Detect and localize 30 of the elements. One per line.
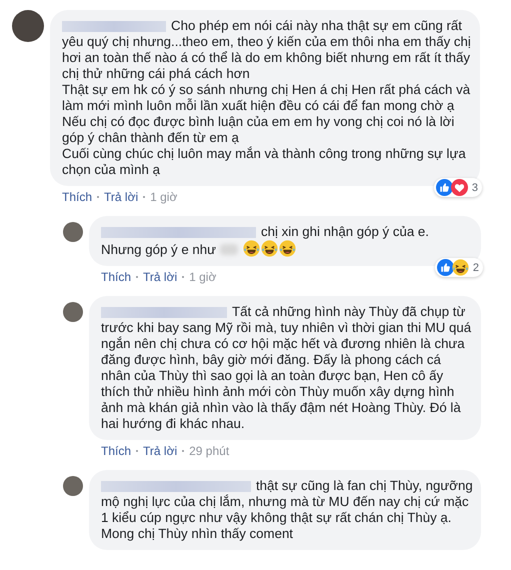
timestamp: 1 giờ [150,189,178,205]
reaction-count: 3 [472,180,478,196]
reaction-count: 2 [472,260,479,276]
avatar [63,476,83,496]
like-link[interactable]: Thích [62,189,92,205]
timestamp: 29 phút [189,443,230,459]
reply-link[interactable]: Trả lời [143,269,178,285]
comment-text: Tất cả những hình này Thùy đã chụp từ trước khi bay sang Mỹ rồi mà, tuy nhiên vì thời gian thi MU quá ngắn nên chị chưa có cơ hội mặc hết và đương nhiên là chưa đăng được hình, bây giờ mới đăng. Đấy là phong cách cá nhân của Thùy thì sao gọi là an toàn được bạn, Hen cô ấy thích thử nhiều hình ảnh mới còn Thùy muốn xây dựng hình ảnh mà khán giả nhìn vào là thấy đậm nét Hoàng Thùy. Đó là hai hướng đi khác nhau. [101,304,473,432]
timestamp: 1 giờ [189,269,216,285]
separator-dot [136,276,138,278]
laughing-emoji-icon [278,240,296,257]
laughing-emoji-icon [242,240,260,257]
avatar [63,222,83,242]
laughing-emoji-icon [452,259,469,276]
avatar [63,302,83,322]
separator-dot [143,196,146,198]
avatar [12,10,44,42]
reply-link[interactable]: Trả lời [104,189,138,205]
reply-link[interactable]: Trả lời [143,443,178,459]
like-link[interactable]: Thích [101,269,132,285]
laughing-emoji-icon [260,240,278,257]
comment-text: Cho phép em nói cái này nha thật sự em cũng rất yêu quý chị nhưng...theo em, theo ý kiến của em thôi nha em thấy chị hơi an toàn thế nào á có thể là do em không biết nhưng em rất ít thấy chị thử những cái phá cách hơn Thật sự em hk có ý so sánh nhưng chị Hen á chị Hen rất phá cách và làm mới mình luôn mỗi lần xuất hiện đều có cái để fan mong chờ ạ Nếu chị có đọc được bình luận của em em hy vong chị coi nó là lời góp ý chân thành đến từ em ạ Cuối cùng chúc chị luôn may mắn và thành công trong những sự lựa chọn của mình ạ [62,18,472,178]
comment-text: thật sự cũng là fan chị Thùy, ngưỡng mộ nghị lực của chị lắm, nhưng mà từ MU đến nay chị cứ mặc 1 kiểu cúp ngực như vậy không thật sự rất chán chị Thùy ạ. Mong chị Thùy nhìn thấy coment [101,478,473,542]
comment-text: Nhưng góp ý e như [101,242,216,257]
separator-dot [182,276,184,278]
blurred-text [220,244,238,255]
separator-dot [97,196,100,198]
separator-dot [182,450,184,452]
like-link[interactable]: Thích [101,443,132,459]
separator-dot [136,450,138,452]
